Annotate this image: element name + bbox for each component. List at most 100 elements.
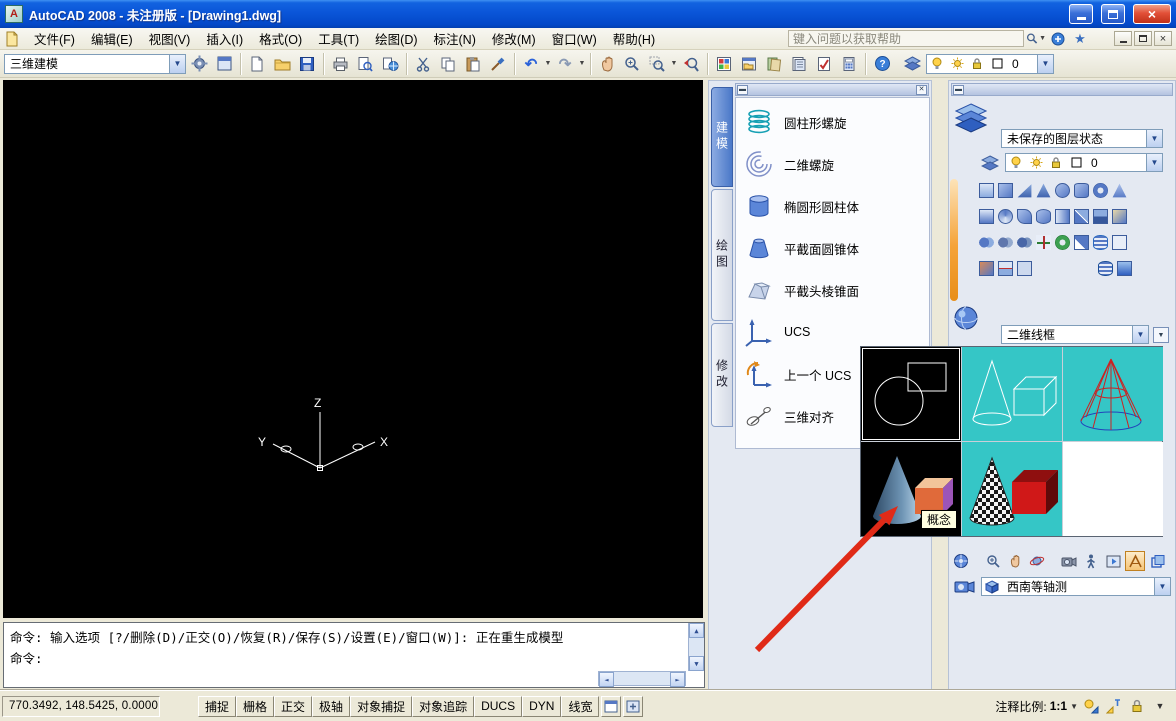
maximize-viewport-button[interactable] xyxy=(623,696,643,717)
tool-elliptical-cylinder[interactable]: 椭圆形圆柱体 xyxy=(736,185,929,227)
menu-edit[interactable]: 编辑(E) xyxy=(83,26,141,51)
designcenter-button[interactable] xyxy=(737,52,761,76)
sun-icon[interactable] xyxy=(1026,154,1046,171)
annotation-visibility-icon[interactable] xyxy=(1081,696,1101,716)
view-combo[interactable]: 西南等轴测 ▼ xyxy=(981,577,1171,596)
otrack-toggle[interactable]: 对象追踪 xyxy=(412,696,474,717)
sun-icon[interactable] xyxy=(947,55,967,72)
current-layer-dropdown-arrow[interactable]: ▼ xyxy=(1146,154,1162,171)
layer-state-combo[interactable]: 未保存的图层状态 ▼ xyxy=(1001,129,1163,148)
torus-icon[interactable] xyxy=(1093,183,1108,198)
save-button[interactable] xyxy=(295,52,319,76)
orbit-icon[interactable] xyxy=(1027,551,1047,571)
cylinder-icon[interactable] xyxy=(1074,183,1089,198)
layer-state-dropdown-arrow[interactable]: ▼ xyxy=(1146,130,1162,147)
redo-button[interactable]: ↷ xyxy=(553,52,577,76)
polar-toggle[interactable]: 极轴 xyxy=(312,696,350,717)
panel-accent-bar[interactable] xyxy=(950,179,958,301)
cut-icon[interactable] xyxy=(411,52,435,76)
tool-pyramid-frustum[interactable]: 平截头棱锥面 xyxy=(736,269,929,311)
scroll-down-icon[interactable]: ▼ xyxy=(689,656,704,671)
help-button[interactable]: ? xyxy=(870,52,894,76)
coordinate-display[interactable]: 770.3492, 148.5425, 0.0000 xyxy=(2,696,160,717)
copy-button[interactable] xyxy=(436,52,460,76)
zoom-previous-button[interactable] xyxy=(679,52,703,76)
extrude-icon[interactable] xyxy=(979,209,994,224)
rotate-3d-icon[interactable] xyxy=(1055,235,1070,250)
annotation-autoscale-icon[interactable] xyxy=(1104,696,1124,716)
pan-button[interactable] xyxy=(595,52,619,76)
minimize-button[interactable] xyxy=(1069,4,1093,24)
cone-icon[interactable] xyxy=(1036,183,1051,198)
zoom-flyout-arrow[interactable]: ▼ xyxy=(670,52,678,76)
annotation-scale-dropdown-arrow[interactable]: ▼ xyxy=(1070,702,1078,711)
helix-small-icon[interactable] xyxy=(1093,235,1108,250)
menu-tools[interactable]: 工具(T) xyxy=(310,26,367,51)
revolve-icon[interactable] xyxy=(998,209,1013,224)
redo-dropdown-arrow[interactable]: ▼ xyxy=(578,52,586,76)
tool-cone-frustum[interactable]: 平截面圆锥体 xyxy=(736,227,929,269)
wedge-icon[interactable] xyxy=(1017,183,1032,198)
command-vscrollbar[interactable]: ▲ ▼ xyxy=(688,623,704,671)
intersect-icon[interactable] xyxy=(1017,235,1032,250)
command-window[interactable]: 命令: 输入选项 [?/删除(D)/正交(O)/恢复(R)/保存(S)/设置(E… xyxy=(3,622,705,688)
panel-collapse-button[interactable]: ▬ xyxy=(953,85,964,95)
markup-set-manager-button[interactable] xyxy=(812,52,836,76)
command-hscrollbar[interactable]: ◄ ► xyxy=(598,671,686,686)
sheet-set-manager-button[interactable] xyxy=(787,52,811,76)
dashboard-tab-draw[interactable]: 绘图 xyxy=(711,189,733,321)
walk-icon[interactable] xyxy=(1081,551,1101,571)
layer-dropdown-arrow[interactable]: ▼ xyxy=(1037,55,1053,73)
workspace-settings-button[interactable] xyxy=(187,52,211,76)
layer-manager-icon[interactable] xyxy=(981,155,999,171)
visual-style-dropdown-arrow[interactable]: ▼ xyxy=(1132,326,1148,343)
menu-file[interactable]: 文件(F) xyxy=(26,26,83,51)
menu-help[interactable]: 帮助(H) xyxy=(605,26,663,51)
workspace-dropdown-arrow[interactable]: ▼ xyxy=(169,55,185,73)
paste-button[interactable] xyxy=(461,52,485,76)
grid-toggle[interactable]: 栅格 xyxy=(236,696,274,717)
zoom-window-button[interactable] xyxy=(645,52,669,76)
pan-small-icon[interactable] xyxy=(1005,551,1025,571)
undo-dropdown-arrow[interactable]: ▼ xyxy=(544,52,552,76)
flatshot-icon[interactable] xyxy=(1017,261,1032,276)
move-3d-icon[interactable] xyxy=(1036,235,1051,250)
undo-button[interactable]: ↶ xyxy=(519,52,543,76)
bulb-icon[interactable] xyxy=(1006,154,1026,171)
menu-view[interactable]: 视图(V) xyxy=(141,26,199,51)
communication-center-icon[interactable] xyxy=(1048,30,1068,47)
quickcalc-button[interactable] xyxy=(837,52,861,76)
align-3d-small-icon[interactable] xyxy=(1074,235,1089,250)
dashboard-tab-modify[interactable]: 修改 xyxy=(711,323,733,427)
doc-close-button[interactable]: × xyxy=(1154,31,1172,46)
panel-collapse-button[interactable]: ▬ xyxy=(737,85,748,95)
scroll-up-icon[interactable]: ▲ xyxy=(689,623,704,638)
perspective-projection-button[interactable] xyxy=(1125,551,1145,571)
dashboard-tab-modeling[interactable]: 建模 xyxy=(711,87,733,187)
menu-modify[interactable]: 修改(M) xyxy=(484,26,544,51)
subtract-icon[interactable] xyxy=(998,235,1013,250)
layer-color-chip[interactable] xyxy=(987,55,1007,72)
pyramid-icon[interactable] xyxy=(1112,183,1127,198)
sweep-icon[interactable] xyxy=(1017,209,1032,224)
toolbar-lock-icon[interactable] xyxy=(1127,696,1147,716)
panel-close-button[interactable]: ✕ xyxy=(916,85,927,95)
close-button[interactable]: × xyxy=(1133,4,1171,24)
search-icon[interactable]: ▼ xyxy=(1026,30,1046,47)
menu-format[interactable]: 格式(O) xyxy=(251,26,310,51)
workspace-combo[interactable]: 三维建模 ▼ xyxy=(4,54,186,74)
zoom-realtime-button[interactable] xyxy=(620,52,644,76)
lock-icon[interactable] xyxy=(1046,154,1066,171)
osnap-toggle[interactable]: 对象捕捉 xyxy=(350,696,412,717)
visual-style-control-icon[interactable] xyxy=(953,305,979,331)
model-space-button[interactable] xyxy=(601,696,621,717)
restore-button[interactable] xyxy=(1101,4,1125,24)
plot-preview-button[interactable] xyxy=(353,52,377,76)
dyn-toggle[interactable]: DYN xyxy=(522,696,561,717)
tool-palettes-button[interactable] xyxy=(762,52,786,76)
plot-button[interactable] xyxy=(328,52,352,76)
zoom-extents-icon[interactable] xyxy=(983,551,1003,571)
properties-palette-button[interactable] xyxy=(712,52,736,76)
my-workspace-button[interactable] xyxy=(212,52,236,76)
scroll-left-icon[interactable]: ◄ xyxy=(599,672,614,687)
